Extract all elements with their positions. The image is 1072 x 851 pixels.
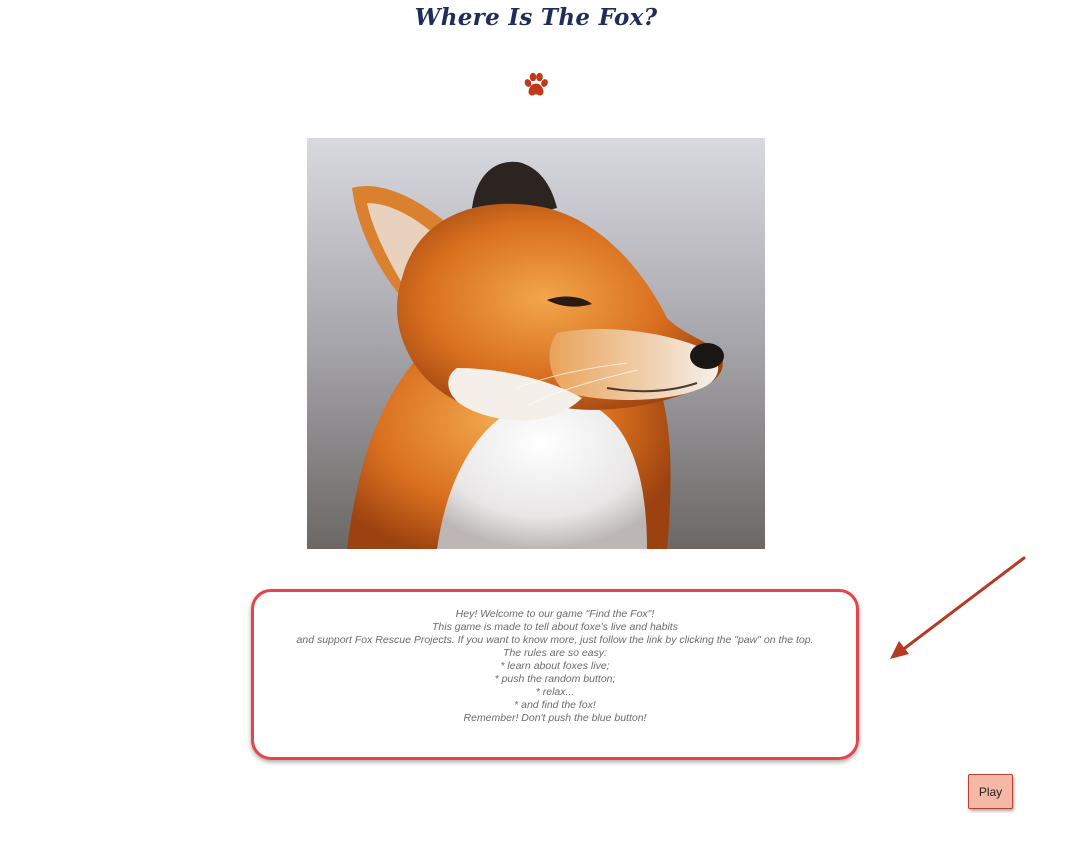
welcome-line: * push the random button;: [494, 673, 616, 685]
page-title: Where Is The Fox?: [414, 4, 658, 31]
welcome-message-box: Hey! Welcome to our game "Find the Fox"!…: [251, 589, 859, 760]
welcome-line: and support Fox Rescue Projects. If you …: [296, 634, 814, 646]
fox-photo: [307, 138, 765, 549]
play-button[interactable]: Play: [968, 774, 1013, 809]
welcome-line: * and find the fox!: [514, 699, 596, 711]
page: Where Is The Fox? Hey! Welcome to our ga…: [0, 0, 1072, 851]
welcome-line: The rules are so easy:: [503, 647, 607, 659]
annotation-arrow-icon: [890, 556, 1026, 659]
welcome-line: * learn about foxes live;: [500, 660, 610, 672]
welcome-line: Hey! Welcome to our game "Find the Fox"!: [455, 608, 655, 620]
paw-icon: [524, 72, 548, 96]
welcome-line: This game is made to tell about foxe's l…: [432, 621, 678, 633]
paw-link[interactable]: [521, 70, 551, 100]
fox-illustration: [307, 138, 765, 549]
welcome-line: * relax...: [535, 686, 575, 698]
welcome-line: Remember! Don't push the blue button!: [463, 712, 647, 724]
